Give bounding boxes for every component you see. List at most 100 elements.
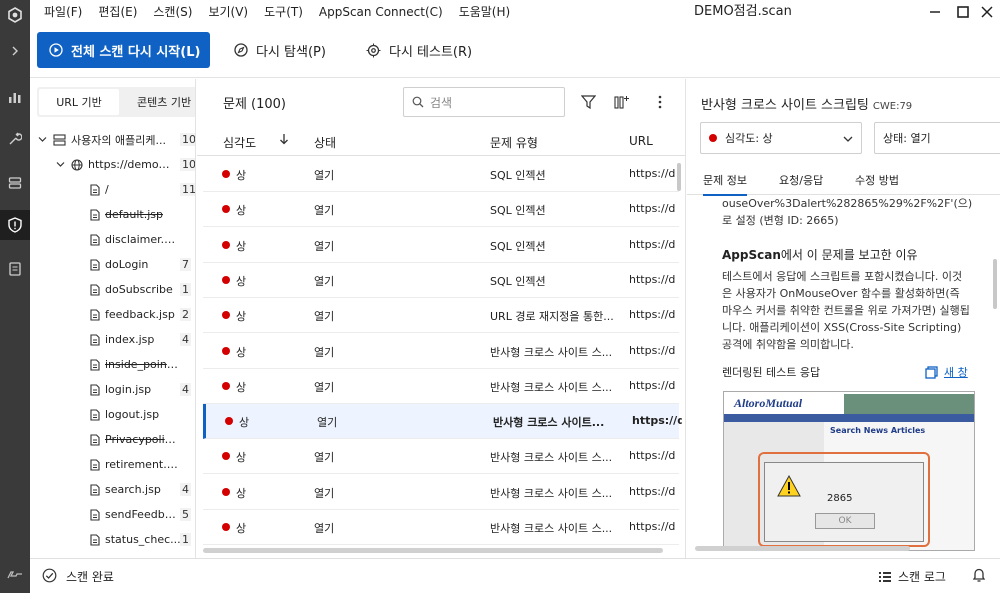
issue-row[interactable]: 상 열기 반사형 크로스 사이트 스... https://d bbox=[203, 439, 679, 475]
severity-select[interactable]: 심각도: 상 bbox=[700, 122, 862, 154]
tab-fix-recommendation[interactable]: 수정 방법 bbox=[855, 172, 899, 188]
issue-url: https://d bbox=[629, 167, 676, 180]
file-icon bbox=[90, 508, 100, 521]
expand-chevron-icon[interactable] bbox=[0, 36, 30, 66]
detail-vertical-scrollbar[interactable] bbox=[993, 259, 997, 309]
tree-item[interactable]: disclaimer.h... bbox=[30, 227, 195, 252]
issue-row[interactable]: 상 열기 반사형 크로스 사이트... https://d bbox=[203, 404, 682, 440]
issue-row[interactable]: 상 열기 SQL 인젝션 https://d bbox=[203, 157, 679, 192]
tree-item[interactable]: inside_point... bbox=[30, 352, 195, 377]
tree-item[interactable]: retirement.h... bbox=[30, 452, 195, 477]
chevron-down-icon[interactable] bbox=[38, 136, 47, 143]
scan-log-button[interactable]: 스캔 로그 bbox=[878, 568, 946, 585]
tree-item[interactable]: / 11 bbox=[30, 177, 195, 202]
tree-item-label: / bbox=[105, 183, 109, 196]
tree-item[interactable]: feedback.jsp 2 bbox=[30, 302, 195, 327]
issue-url: https://d bbox=[629, 202, 676, 216]
tree-item[interactable]: search.jsp 4 bbox=[30, 477, 195, 502]
menu-tools[interactable]: 도구(T) bbox=[256, 0, 311, 24]
issue-info-content: ouseOver%3Dalert%282865%29%2F%2F'(으) 로 설… bbox=[687, 196, 1000, 551]
minimize-button[interactable] bbox=[920, 0, 950, 24]
detail-horizontal-scrollbar[interactable] bbox=[695, 546, 910, 551]
tree-item-label: doLogin bbox=[105, 258, 149, 271]
issue-status: 열기 bbox=[314, 310, 335, 324]
retest-button[interactable]: 다시 테스트(R) bbox=[366, 32, 472, 68]
tree-item[interactable]: login.jsp 4 bbox=[30, 377, 195, 402]
search-placeholder: 검색 bbox=[430, 95, 453, 110]
reexplore-button[interactable]: 다시 탐색(P) bbox=[234, 32, 326, 68]
tree-item[interactable]: Privacypolic... bbox=[30, 427, 195, 452]
issue-type: 반사형 크로스 사이트 스... bbox=[490, 345, 613, 359]
menu-scan[interactable]: 스캔(S) bbox=[145, 0, 200, 24]
dashboard-chart-icon[interactable] bbox=[0, 82, 30, 112]
issue-row[interactable]: 상 열기 URL 경로 재지정을 통한... https://d bbox=[203, 298, 679, 334]
issue-status: 열기 bbox=[314, 274, 335, 288]
issue-row[interactable]: 상 열기 SQL 인젝션 https://d bbox=[203, 263, 679, 298]
column-settings-icon[interactable] bbox=[611, 91, 633, 113]
filter-icon[interactable] bbox=[577, 91, 599, 113]
rendered-response-preview: AltoroMutual Search News Articles 2865 O… bbox=[723, 391, 975, 551]
tree-item[interactable]: index.jsp 4 bbox=[30, 327, 195, 352]
menu-view[interactable]: 보기(V) bbox=[200, 0, 256, 24]
status-select[interactable]: 상태: 열기 bbox=[874, 122, 1000, 154]
notification-bell-icon[interactable] bbox=[972, 567, 986, 586]
open-new-window-link[interactable]: 새 창 bbox=[925, 364, 968, 380]
issue-row[interactable]: 상 열기 반사형 크로스 사이트 스... https://d bbox=[203, 334, 679, 369]
tree-item[interactable]: doLogin 7 bbox=[30, 252, 195, 277]
column-issue-type[interactable]: 문제 유형 bbox=[490, 134, 538, 151]
column-url[interactable]: URL bbox=[629, 134, 653, 148]
retest-label: 다시 테스트(R) bbox=[389, 44, 473, 60]
variant-snippet-line2: 로 설정 (변형 ID: 2665) bbox=[722, 214, 839, 227]
column-status[interactable]: 상태 bbox=[314, 134, 336, 151]
file-icon bbox=[90, 383, 100, 396]
menu-help[interactable]: 도움말(H) bbox=[451, 0, 519, 24]
issue-severity: 상 bbox=[239, 416, 250, 430]
search-input[interactable]: 검색 bbox=[403, 87, 565, 117]
tab-issue-info[interactable]: 문제 정보 bbox=[703, 172, 747, 196]
tree-item-label: 사용자의 애플리케... bbox=[71, 133, 166, 147]
tree-item-label: inside_point... bbox=[105, 358, 181, 371]
reason-body: 테스트에서 응답에 스크립트를 포함시켰습니다. 이것은 사용자가 OnMous… bbox=[722, 270, 970, 351]
issue-row[interactable]: 상 열기 반사형 크로스 사이트 스... https://d bbox=[203, 369, 679, 404]
close-button[interactable] bbox=[972, 0, 1000, 24]
issues-horizontal-scrollbar[interactable] bbox=[203, 548, 663, 553]
issues-vertical-scrollbar[interactable] bbox=[677, 163, 681, 191]
tree-item[interactable]: logout.jsp bbox=[30, 402, 195, 427]
issues-title: 문제 (100) bbox=[223, 97, 287, 112]
tree-item[interactable]: sendFeedba... 5 bbox=[30, 502, 195, 527]
menu-appscan-connect[interactable]: AppScan Connect(C) bbox=[311, 0, 451, 24]
url-view-tab[interactable]: URL 기반 bbox=[39, 89, 119, 115]
sort-down-arrow-icon[interactable] bbox=[279, 133, 289, 148]
column-severity[interactable]: 심각도 bbox=[223, 134, 256, 151]
issue-row[interactable]: 상 열기 반사형 크로스 사이트 스... https://d bbox=[203, 475, 679, 510]
left-rail bbox=[0, 0, 30, 593]
menu-edit[interactable]: 편집(E) bbox=[90, 0, 145, 24]
server-icon[interactable] bbox=[0, 168, 30, 198]
tab-request-response[interactable]: 요청/응답 bbox=[779, 172, 823, 188]
severity-high-icon bbox=[222, 240, 230, 249]
tree-item-count: 100 bbox=[180, 133, 195, 146]
menu-file[interactable]: 파일(F) bbox=[36, 0, 90, 24]
content-view-tab[interactable]: 콘텐츠 기반 bbox=[127, 89, 195, 115]
tree-item[interactable]: doSubscribe 1 bbox=[30, 277, 195, 302]
wrench-icon[interactable] bbox=[0, 124, 30, 154]
issue-status: 열기 bbox=[314, 204, 335, 218]
issue-row[interactable]: 상 열기 SQL 인젝션 https://d bbox=[203, 192, 679, 228]
warning-icon bbox=[777, 474, 801, 500]
report-icon[interactable] bbox=[0, 254, 30, 284]
tree-item[interactable]: 사용자의 애플리케... 100 bbox=[30, 127, 195, 152]
full-rescan-button[interactable]: 전체 스캔 다시 시작(L) bbox=[37, 32, 210, 68]
compass-icon bbox=[234, 43, 248, 57]
severity-high-icon bbox=[222, 346, 230, 355]
tree-item[interactable]: default.jsp bbox=[30, 202, 195, 227]
more-options-icon[interactable] bbox=[649, 91, 671, 113]
chevron-down-icon[interactable] bbox=[56, 161, 65, 168]
play-circle-icon bbox=[49, 43, 63, 57]
detail-title-text: 반사형 크로스 사이트 스크립팅 bbox=[701, 98, 869, 113]
tree-item[interactable]: status_chec... 1 bbox=[30, 527, 195, 552]
shield-issues-icon[interactable] bbox=[0, 210, 30, 240]
issue-type: SQL 인젝션 bbox=[490, 204, 546, 218]
tree-item[interactable]: https://demo.t... 100 bbox=[30, 152, 195, 177]
issue-row[interactable]: 상 열기 SQL 인젝션 https://d bbox=[203, 228, 679, 263]
issue-row[interactable]: 상 열기 반사형 크로스 사이트 스... https://d bbox=[203, 510, 679, 545]
